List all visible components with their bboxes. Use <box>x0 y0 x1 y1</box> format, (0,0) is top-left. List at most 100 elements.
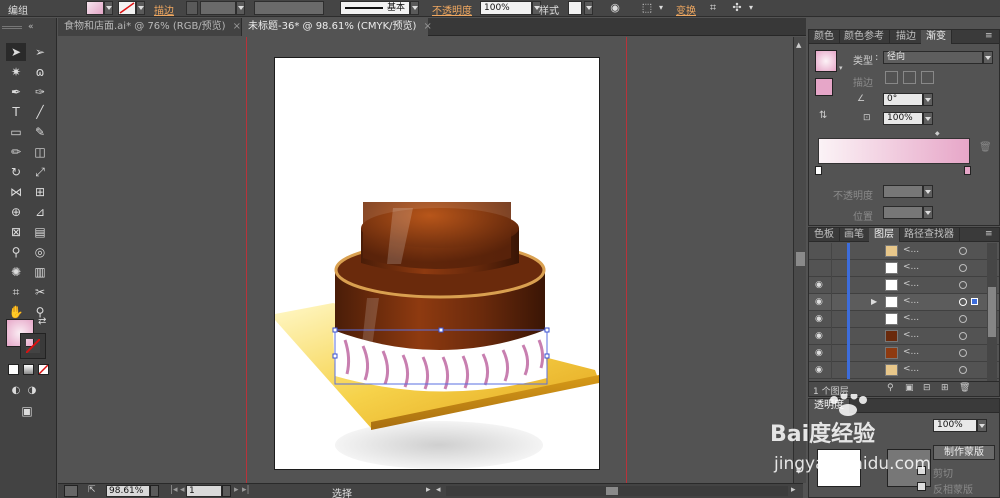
layers-scroll-thumb[interactable] <box>988 287 996 337</box>
layer-name[interactable]: <... <box>903 347 919 357</box>
chevron-down-icon[interactable]: ▾ <box>654 1 668 15</box>
stroke-weight-dropdown[interactable] <box>236 1 245 15</box>
target-circle-icon[interactable] <box>959 366 967 374</box>
target-circle-icon[interactable] <box>959 315 967 323</box>
tab-pathfinder[interactable]: 路径查找器 <box>899 228 960 242</box>
last-artboard-icon[interactable]: ▸| <box>242 485 250 495</box>
h-scroll-thumb[interactable] <box>606 487 618 495</box>
cake-illustration[interactable] <box>275 58 601 471</box>
rotate-tool-icon[interactable]: ↻ <box>6 163 26 181</box>
next-artboard-icon[interactable]: ▸ <box>234 485 239 495</box>
layer-name[interactable]: <... <box>903 313 919 323</box>
new-layer-icon[interactable]: ⊞ <box>941 383 949 393</box>
angle-field[interactable]: 0° <box>883 93 923 106</box>
layer-row[interactable]: ◉ <... <box>809 311 999 328</box>
variable-width-field[interactable] <box>254 1 324 15</box>
screen-mode-icon[interactable]: ▣ <box>17 402 37 420</box>
eye-icon[interactable]: ◉ <box>815 365 826 375</box>
horizontal-scrollbar[interactable] <box>446 486 788 496</box>
collapse-icon[interactable]: « <box>28 22 48 32</box>
stop-opacity-dropdown[interactable] <box>923 185 933 198</box>
gradient-tool-icon[interactable]: ▤ <box>30 223 50 241</box>
gradient-stop-right[interactable] <box>964 166 971 175</box>
color-mode-icon[interactable] <box>8 364 19 375</box>
width-tool-icon[interactable]: ⋈ <box>6 183 26 201</box>
layer-row-selected[interactable]: ◉ ▶ <... <box>809 294 999 311</box>
make-clipping-mask-icon[interactable]: ▣ <box>905 383 914 393</box>
layer-row[interactable]: <... <box>809 260 999 277</box>
scroll-thumb[interactable] <box>796 252 805 266</box>
gradient-preview[interactable] <box>815 50 837 72</box>
transparency-opacity-dropdown[interactable] <box>977 419 987 432</box>
stroke-swatch[interactable] <box>118 1 136 15</box>
locate-object-icon[interactable]: ⚲ <box>887 383 894 393</box>
stroke-color-icon[interactable] <box>20 333 46 359</box>
tab-swatches[interactable]: 色板 <box>809 228 840 242</box>
pen-tool-icon[interactable]: ✒ <box>6 83 26 101</box>
zoom-field[interactable]: 98.61% <box>106 485 150 497</box>
layer-name[interactable]: <... <box>903 296 919 306</box>
make-mask-button[interactable]: 制作蒙版 <box>933 445 995 460</box>
layer-name[interactable]: <... <box>903 364 919 374</box>
tab-gradient[interactable]: 渐变 <box>921 30 952 44</box>
status-icon[interactable] <box>64 485 78 497</box>
status-menu-icon[interactable]: ▸ <box>426 485 431 495</box>
direct-selection-tool-icon[interactable]: ➢ <box>30 43 50 61</box>
recolor-icon[interactable]: ◉ <box>608 1 622 15</box>
midpoint-diamond-icon[interactable]: ◆ <box>935 130 940 137</box>
fill-swatch[interactable] <box>86 1 104 15</box>
layer-name[interactable]: <... <box>903 245 919 255</box>
gradient-mode-icon[interactable] <box>23 364 34 375</box>
tab-color[interactable]: 颜色 <box>809 30 840 44</box>
panel-grip[interactable] <box>2 26 22 29</box>
tab-color-guide[interactable]: 颜色参考 <box>839 30 890 44</box>
layer-name[interactable]: <... <box>903 262 919 272</box>
layer-row[interactable]: ◉ <... <box>809 345 999 362</box>
stroke-gradient-within-icon[interactable] <box>885 71 898 84</box>
isolate-icon[interactable]: ⌗ <box>706 1 720 15</box>
eye-icon[interactable]: ◉ <box>815 314 826 324</box>
gradient-stop-left[interactable] <box>815 166 822 175</box>
reverse-gradient-icon[interactable]: ⇅ <box>819 110 827 121</box>
layer-name[interactable]: <... <box>903 330 919 340</box>
pencil-tool-icon[interactable]: ✏ <box>6 143 26 161</box>
draw-behind-icon[interactable]: ◑ <box>22 382 42 400</box>
layer-row[interactable]: <... <box>809 243 999 260</box>
new-sublayer-icon[interactable]: ⊟ <box>923 383 931 393</box>
eye-icon[interactable]: ◉ <box>815 348 826 358</box>
previous-artboard-icon[interactable]: ◂ <box>180 485 185 495</box>
eye-icon[interactable]: ◉ <box>815 297 826 307</box>
line-tool-icon[interactable]: ╱ <box>30 103 50 121</box>
paintbrush-tool-icon[interactable]: ✎ <box>30 123 50 141</box>
stroke-dropdown[interactable] <box>136 1 145 15</box>
scale-tool-icon[interactable]: ⤢ <box>30 163 50 181</box>
zoom-dropdown[interactable] <box>150 485 159 497</box>
layer-row[interactable]: ◉ <... <box>809 328 999 345</box>
stroke-gradient-along-icon[interactable] <box>903 71 916 84</box>
target-circle-icon[interactable] <box>959 298 967 306</box>
gradient-slider[interactable] <box>818 138 970 164</box>
artboard-tool-icon[interactable]: ⌗ <box>6 283 26 301</box>
aspect-ratio-field[interactable]: 100% <box>883 112 923 125</box>
tab-brushes[interactable]: 画笔 <box>839 228 870 242</box>
chevron-down-icon[interactable]: ▾ <box>744 1 758 15</box>
artboard[interactable] <box>274 57 600 470</box>
fill-stroke-toggle[interactable] <box>815 78 833 96</box>
panel-menu-icon[interactable]: ≡ <box>985 229 993 239</box>
blend-tool-icon[interactable]: ◎ <box>30 243 50 261</box>
share-icon[interactable]: ⇱ <box>88 485 96 495</box>
artboard-dropdown[interactable] <box>222 485 231 497</box>
stroke-gradient-across-icon[interactable] <box>921 71 934 84</box>
layer-name[interactable]: <... <box>903 279 919 289</box>
mesh-tool-icon[interactable]: ⊠ <box>6 223 26 241</box>
column-graph-tool-icon[interactable]: ▥ <box>30 263 50 281</box>
target-circle-icon[interactable] <box>959 349 967 357</box>
transparency-opacity-field[interactable]: 100% <box>933 419 977 432</box>
close-icon[interactable]: × <box>423 21 431 32</box>
angle-dropdown[interactable] <box>923 93 933 106</box>
gradient-type-select[interactable]: 径向 <box>883 51 983 64</box>
close-icon[interactable]: × <box>233 21 241 32</box>
tab-stroke[interactable]: 描边 <box>891 30 922 44</box>
stroke-weight-stepper[interactable] <box>186 1 198 15</box>
tab-untitled-36[interactable]: 未标题-36* @ 98.61% (CMYK/预览) × <box>242 18 432 36</box>
